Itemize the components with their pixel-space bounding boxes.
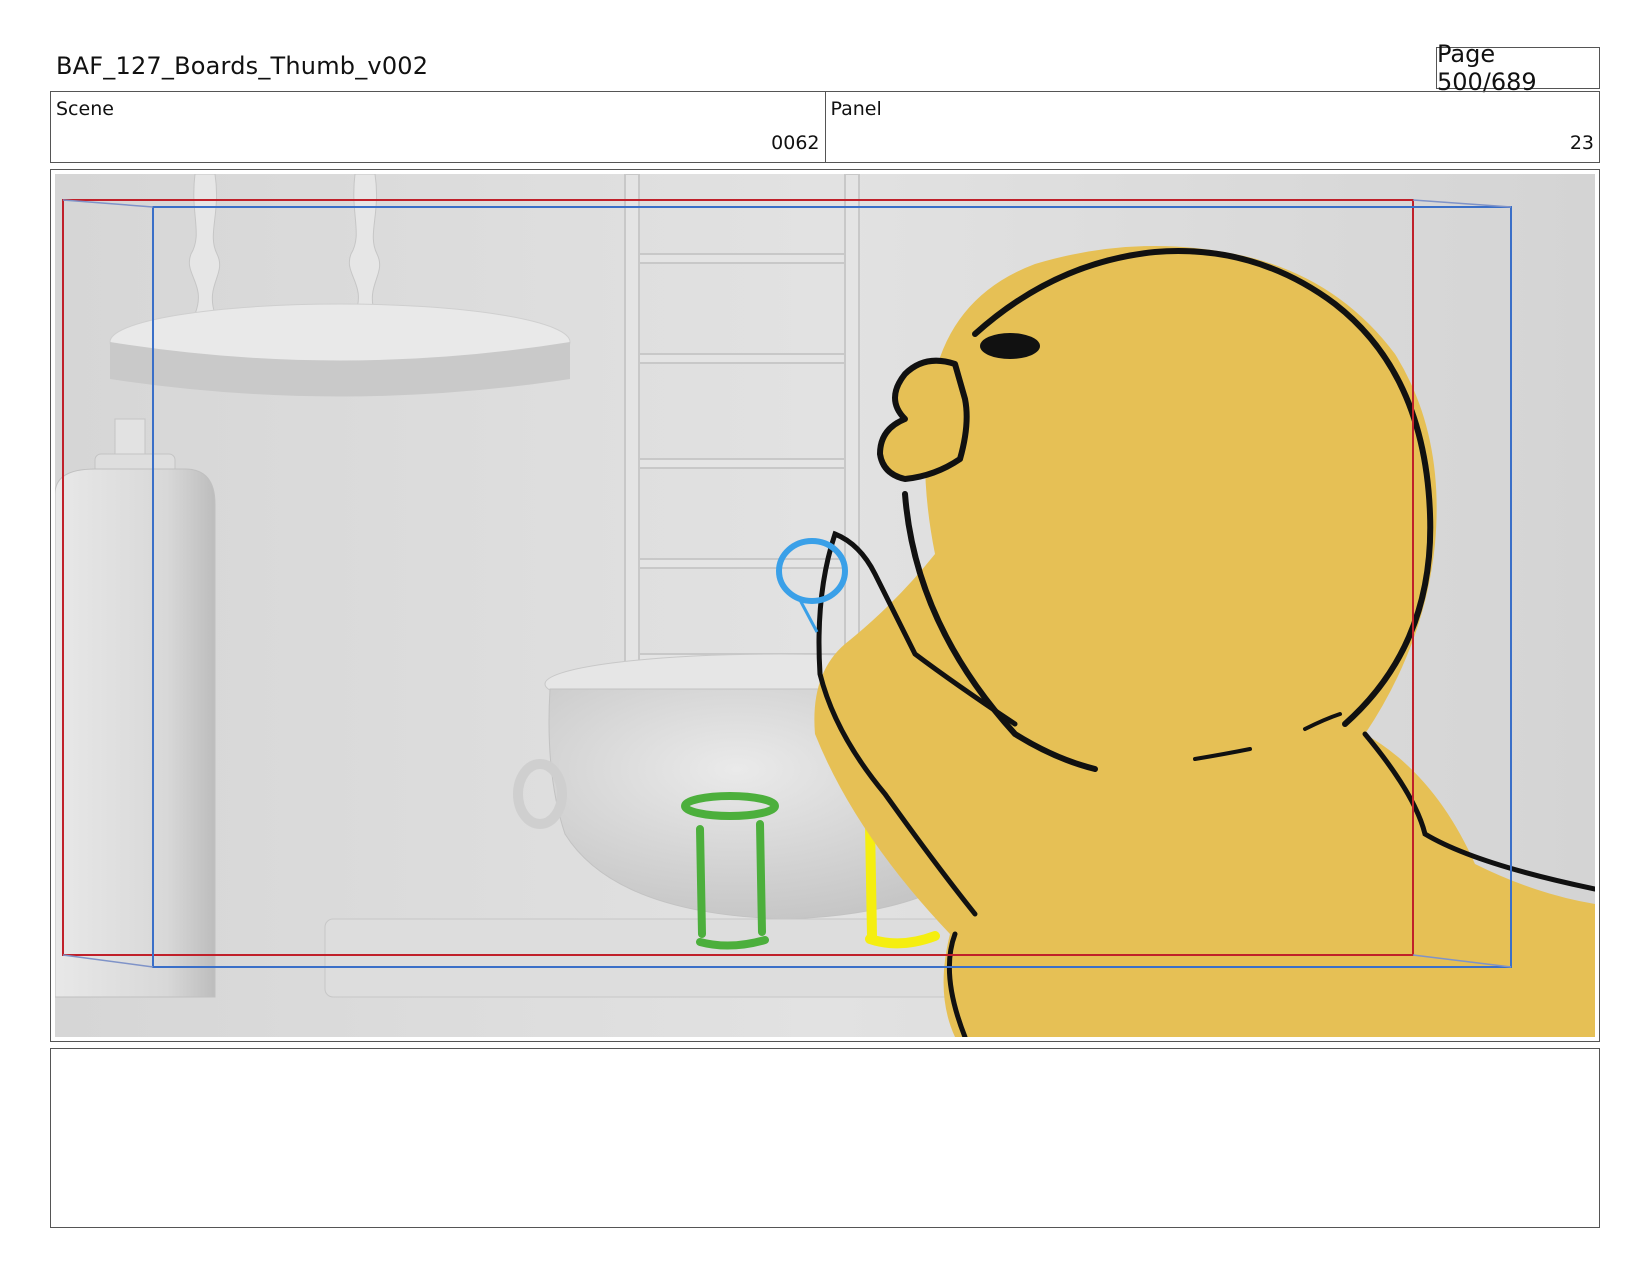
panel-label: Panel [830,98,882,120]
gas-tank [55,418,216,998]
scene-panel-info-table: Scene 0062 Panel 23 [50,91,1600,163]
scene-cell: Scene 0062 [51,92,825,162]
panel-cell: Panel 23 [824,92,1600,162]
panel-notes-box [50,1048,1600,1228]
scene-number: 0062 [771,132,820,154]
document-title: BAF_127_Boards_Thumb_v002 [56,52,429,80]
storyboard-drawing [55,174,1595,1037]
storyboard-panel-frame [50,169,1600,1042]
scene-label: Scene [56,98,114,120]
panel-number: 23 [1569,132,1594,154]
page-counter: Page 500/689 [1436,40,1600,96]
